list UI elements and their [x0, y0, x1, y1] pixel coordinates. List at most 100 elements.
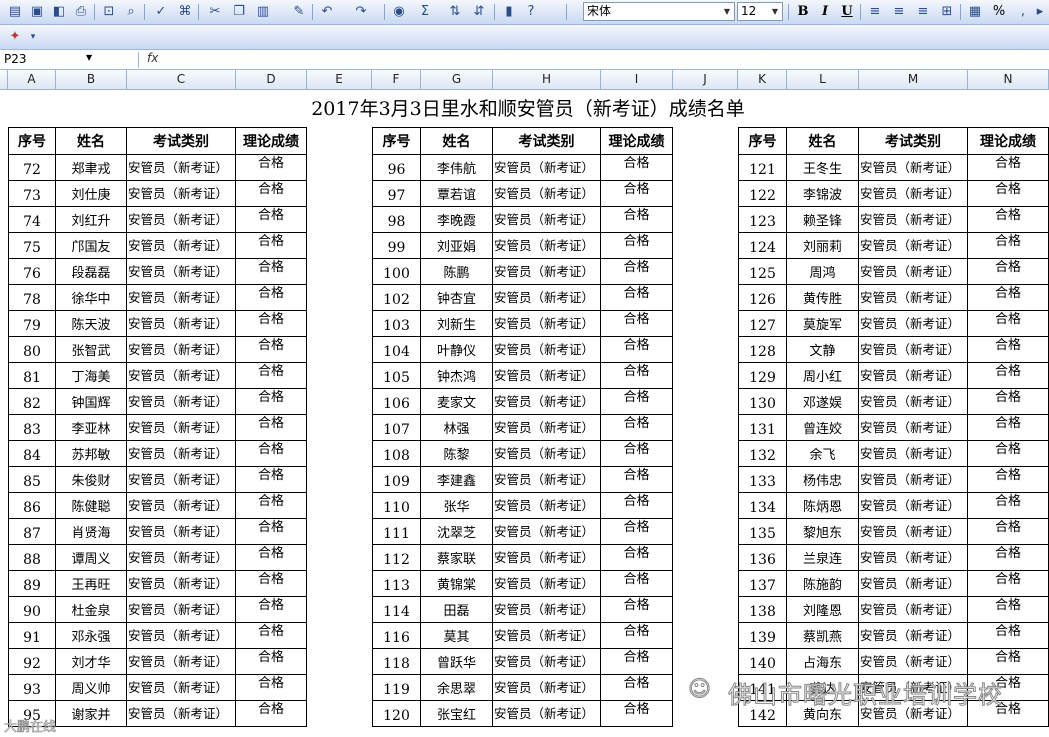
- row-number[interactable]: 96: [372, 155, 421, 181]
- result-cell[interactable]: 合格: [236, 363, 307, 389]
- category-cell[interactable]: 安管员（新考证）: [859, 493, 968, 519]
- percent-button[interactable]: %: [990, 3, 1008, 21]
- result-cell[interactable]: 合格: [236, 675, 307, 701]
- column-header-d[interactable]: D: [236, 70, 307, 90]
- result-cell[interactable]: 合格: [968, 597, 1049, 623]
- name-cell[interactable]: 余飞: [787, 441, 859, 467]
- name-cell[interactable]: 钟杰鸿: [421, 363, 493, 389]
- result-cell[interactable]: 合格: [236, 181, 307, 207]
- result-cell[interactable]: 合格: [601, 545, 673, 571]
- row-number[interactable]: 116: [372, 623, 421, 649]
- column-header-e[interactable]: E: [307, 70, 372, 90]
- row-number[interactable]: 72: [8, 155, 56, 181]
- row-number[interactable]: 104: [372, 337, 421, 363]
- redo-icon[interactable]: ↷: [352, 3, 370, 21]
- name-cell[interactable]: 刘丽莉: [787, 233, 859, 259]
- header-cell[interactable]: 理论成绩: [236, 127, 307, 155]
- category-cell[interactable]: 安管员（新考证）: [127, 233, 236, 259]
- result-cell[interactable]: 合格: [601, 233, 673, 259]
- preview-icon[interactable]: ⌕: [122, 3, 140, 21]
- category-cell[interactable]: 安管员（新考证）: [493, 155, 601, 181]
- print-preview-icon[interactable]: ⊡: [100, 3, 118, 21]
- row-number[interactable]: 125: [738, 259, 787, 285]
- column-header-n[interactable]: N: [968, 70, 1049, 90]
- sort-descending-icon[interactable]: ⇵: [470, 3, 488, 21]
- help-icon[interactable]: ?: [522, 3, 540, 21]
- name-cell[interactable]: 黄传胜: [787, 285, 859, 311]
- category-cell[interactable]: 安管员（新考证）: [859, 623, 968, 649]
- drawing-tool-icon[interactable]: ✦: [6, 28, 24, 46]
- result-cell[interactable]: 合格: [601, 389, 673, 415]
- name-cell[interactable]: 曾跃华: [421, 649, 493, 675]
- row-number[interactable]: 113: [372, 571, 421, 597]
- category-cell[interactable]: 安管员（新考证）: [859, 415, 968, 441]
- category-cell[interactable]: 安管员（新考证）: [127, 571, 236, 597]
- category-cell[interactable]: 安管员（新考证）: [859, 155, 968, 181]
- category-cell[interactable]: 安管员（新考证）: [127, 623, 236, 649]
- result-cell[interactable]: 合格: [236, 467, 307, 493]
- row-number[interactable]: 135: [738, 519, 787, 545]
- result-cell[interactable]: 合格: [601, 415, 673, 441]
- name-cell[interactable]: 陈黎: [421, 441, 493, 467]
- row-number[interactable]: 108: [372, 441, 421, 467]
- row-number[interactable]: 129: [738, 363, 787, 389]
- name-cell[interactable]: 王冬生: [787, 155, 859, 181]
- name-cell[interactable]: 郑聿戎: [56, 155, 127, 181]
- row-number[interactable]: 84: [8, 441, 56, 467]
- row-number[interactable]: 98: [372, 207, 421, 233]
- category-cell[interactable]: 安管员（新考证）: [859, 649, 968, 675]
- name-cell[interactable]: 田磊: [421, 597, 493, 623]
- row-number[interactable]: 73: [8, 181, 56, 207]
- row-number[interactable]: 109: [372, 467, 421, 493]
- result-cell[interactable]: 合格: [968, 285, 1049, 311]
- bold-button[interactable]: B: [794, 3, 812, 21]
- category-cell[interactable]: 安管员（新考证）: [127, 415, 236, 441]
- result-cell[interactable]: 合格: [968, 389, 1049, 415]
- result-cell[interactable]: 合格: [236, 233, 307, 259]
- name-cell[interactable]: 刘新生: [421, 311, 493, 337]
- toolbar-options-icon[interactable]: ▾: [28, 28, 38, 46]
- name-cell[interactable]: 徐华中: [56, 285, 127, 311]
- category-cell[interactable]: 安管员（新考证）: [127, 467, 236, 493]
- result-cell[interactable]: 合格: [968, 337, 1049, 363]
- name-cell[interactable]: 陈炳恩: [787, 493, 859, 519]
- result-cell[interactable]: 合格: [236, 285, 307, 311]
- result-cell[interactable]: 合格: [601, 363, 673, 389]
- research-icon[interactable]: ⌘: [176, 3, 194, 21]
- category-cell[interactable]: 安管员（新考证）: [493, 441, 601, 467]
- name-cell[interactable]: 朱俊财: [56, 467, 127, 493]
- name-cell[interactable]: 蔡家联: [421, 545, 493, 571]
- column-header-j[interactable]: J: [673, 70, 738, 90]
- name-cell[interactable]: 王再旺: [56, 571, 127, 597]
- category-cell[interactable]: 安管员（新考证）: [127, 285, 236, 311]
- header-cell[interactable]: 考试类别: [859, 127, 968, 155]
- category-cell[interactable]: 安管员（新考证）: [493, 519, 601, 545]
- category-cell[interactable]: 安管员（新考证）: [127, 207, 236, 233]
- font-name-select[interactable]: 宋体 ▼: [583, 2, 735, 21]
- cut-icon[interactable]: ✂: [206, 3, 224, 21]
- result-cell[interactable]: 合格: [236, 701, 307, 727]
- name-cell[interactable]: 张华: [421, 493, 493, 519]
- category-cell[interactable]: 安管员（新考证）: [127, 181, 236, 207]
- result-cell[interactable]: 合格: [236, 259, 307, 285]
- underline-button[interactable]: U: [838, 3, 856, 21]
- row-number[interactable]: 132: [738, 441, 787, 467]
- header-cell[interactable]: 理论成绩: [601, 127, 673, 155]
- name-cell[interactable]: 刘才华: [56, 649, 127, 675]
- comma-style-icon[interactable]: ,: [1014, 3, 1032, 21]
- row-number[interactable]: 103: [372, 311, 421, 337]
- name-cell[interactable]: 段磊磊: [56, 259, 127, 285]
- category-cell[interactable]: 安管员（新考证）: [493, 493, 601, 519]
- category-cell[interactable]: 安管员（新考证）: [127, 389, 236, 415]
- row-number[interactable]: 78: [8, 285, 56, 311]
- name-cell[interactable]: 麦家文: [421, 389, 493, 415]
- header-cell[interactable]: 序号: [8, 127, 56, 155]
- name-cell[interactable]: 周义帅: [56, 675, 127, 701]
- name-cell[interactable]: 邝国友: [56, 233, 127, 259]
- row-number[interactable]: 102: [372, 285, 421, 311]
- row-number[interactable]: 74: [8, 207, 56, 233]
- name-cell[interactable]: 占海东: [787, 649, 859, 675]
- result-cell[interactable]: 合格: [236, 649, 307, 675]
- result-cell[interactable]: 合格: [601, 207, 673, 233]
- category-cell[interactable]: 安管员（新考证）: [127, 311, 236, 337]
